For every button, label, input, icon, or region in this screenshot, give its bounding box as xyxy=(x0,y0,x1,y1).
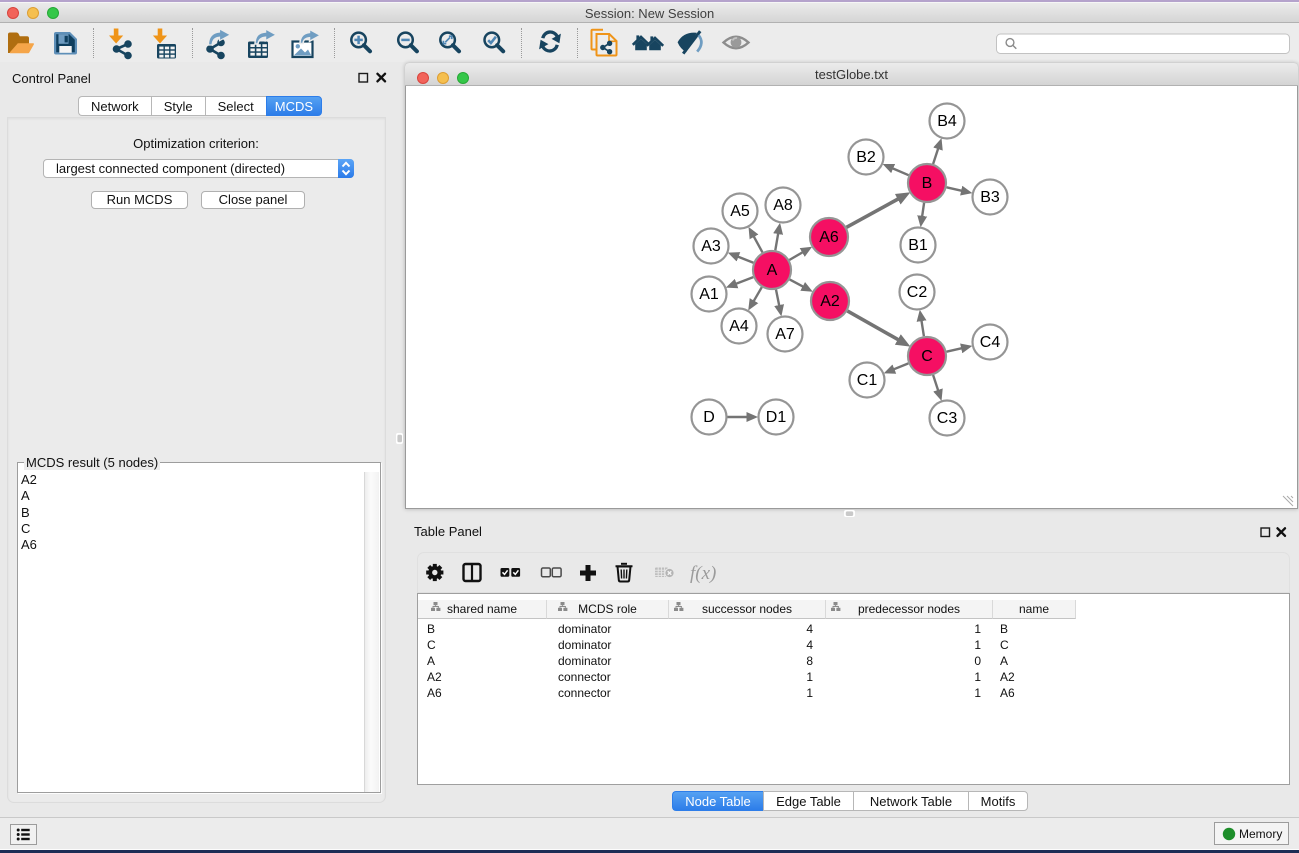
svg-text:C4: C4 xyxy=(980,334,1001,351)
svg-text:D: D xyxy=(703,409,715,426)
svg-text:B: B xyxy=(922,175,933,192)
svg-text:A4: A4 xyxy=(729,318,749,335)
svg-text:B1: B1 xyxy=(908,237,928,254)
svg-text:A6: A6 xyxy=(819,229,839,246)
svg-text:A3: A3 xyxy=(701,238,721,255)
svg-text:A1: A1 xyxy=(699,286,719,303)
svg-text:B4: B4 xyxy=(937,113,957,130)
svg-text:C3: C3 xyxy=(937,410,958,427)
svg-text:A7: A7 xyxy=(775,326,795,343)
svg-text:A: A xyxy=(767,262,778,279)
svg-text:D1: D1 xyxy=(766,409,787,426)
svg-text:C: C xyxy=(921,348,933,365)
svg-text:B3: B3 xyxy=(980,189,1000,206)
svg-text:A2: A2 xyxy=(820,293,840,310)
svg-text:A8: A8 xyxy=(773,197,793,214)
svg-text:f(x): f(x) xyxy=(690,563,716,584)
svg-text:B2: B2 xyxy=(856,149,876,166)
svg-text:C1: C1 xyxy=(857,372,878,389)
svg-text:A5: A5 xyxy=(730,203,750,220)
svg-text:C2: C2 xyxy=(907,284,928,301)
